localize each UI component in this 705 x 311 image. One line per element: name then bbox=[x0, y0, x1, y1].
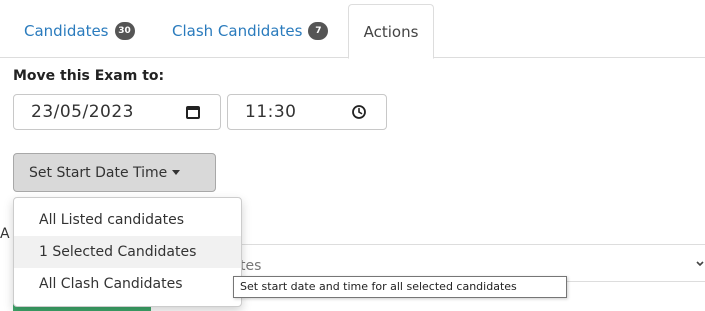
move-exam-label: Move this Exam to: bbox=[13, 68, 165, 84]
candidates-count-badge: 30 bbox=[114, 22, 135, 40]
hidden-field-label: A bbox=[0, 226, 10, 242]
clash-count-badge: 7 bbox=[308, 22, 329, 40]
tab-actions-label: Actions bbox=[363, 22, 419, 41]
tab-candidates[interactable]: Candidates 30 bbox=[24, 6, 135, 56]
candidate-select-text: tes bbox=[240, 258, 262, 274]
set-start-dropdown-menu: All Listed candidates 1 Selected Candida… bbox=[13, 197, 242, 307]
time-input[interactable]: 11:30 bbox=[227, 94, 387, 130]
tooltip: Set start date and time for all selected… bbox=[233, 276, 567, 298]
chevron-down-icon bbox=[696, 261, 704, 267]
tab-clash-candidates-label: Clash Candidates bbox=[172, 22, 303, 40]
time-value: 11:30 bbox=[245, 102, 297, 122]
tab-candidates-label: Candidates bbox=[24, 22, 109, 40]
menu-item-all-clash-candidates[interactable]: All Clash Candidates bbox=[14, 268, 241, 300]
tab-clash-candidates[interactable]: Clash Candidates 7 bbox=[172, 6, 329, 56]
calendar-icon[interactable] bbox=[185, 104, 201, 120]
clock-icon[interactable] bbox=[351, 104, 367, 120]
page: Candidates 30 Clash Candidates 7 Actions… bbox=[0, 0, 705, 311]
tab-bar: Candidates 30 Clash Candidates 7 Actions bbox=[0, 0, 705, 59]
menu-item-selected-candidates[interactable]: 1 Selected Candidates bbox=[14, 236, 241, 268]
date-input[interactable]: 23/05/2023 bbox=[13, 94, 221, 130]
set-start-date-time-label: Set Start Date Time bbox=[29, 164, 168, 181]
tab-actions[interactable]: Actions bbox=[348, 4, 434, 59]
set-start-date-time-button[interactable]: Set Start Date Time bbox=[13, 153, 216, 192]
menu-item-all-listed-candidates[interactable]: All Listed candidates bbox=[14, 204, 241, 236]
date-value: 23/05/2023 bbox=[31, 102, 134, 122]
caret-down-icon bbox=[172, 170, 181, 175]
